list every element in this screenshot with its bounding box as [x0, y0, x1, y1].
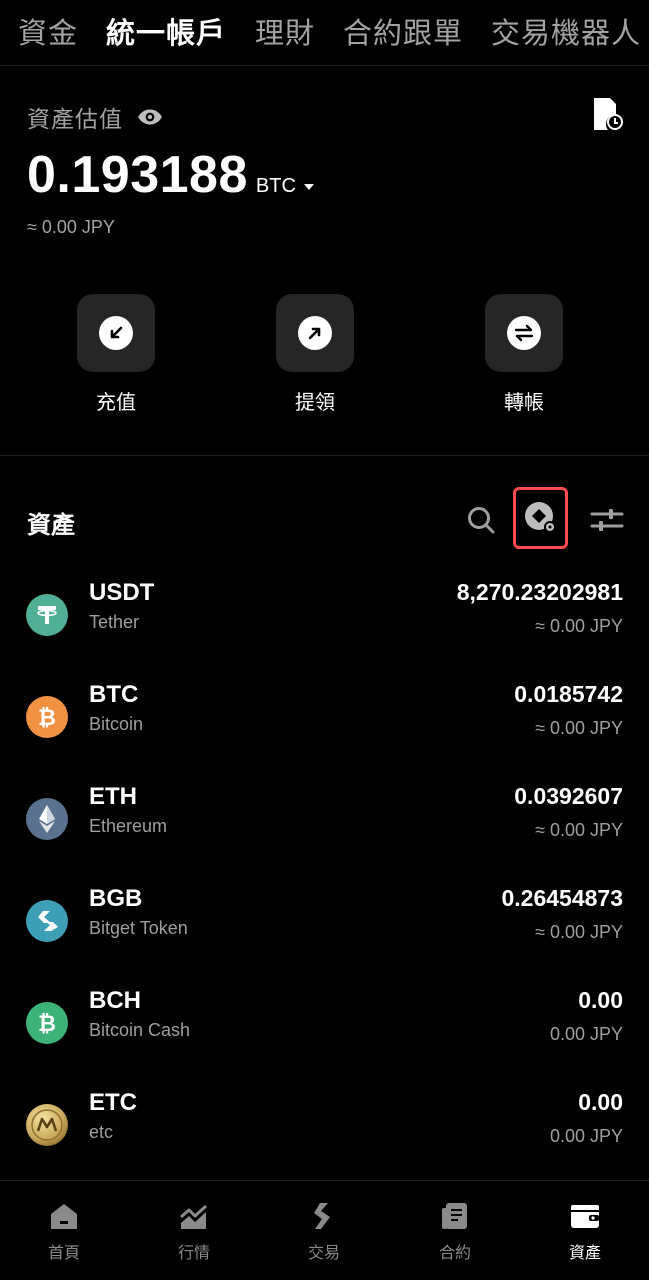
caret-down-icon[interactable] [302, 182, 316, 192]
asset-amount: 0.0185742 [514, 681, 623, 707]
fiat-equivalent: ≈ 0.00 JPY [27, 217, 115, 237]
asset-symbol: BCH [89, 987, 141, 1014]
asset-row-etc[interactable]: ETC etc 0.00 0.00 JPY [0, 1087, 649, 1189]
deposit-arrow-icon [110, 326, 123, 339]
asset-amount: 0.26454873 [501, 885, 623, 911]
balance-unit[interactable]: BTC [256, 175, 296, 198]
svg-text:₿: ₿ [38, 706, 56, 731]
deposit-label: 充值 [96, 392, 136, 414]
filter-sliders-icon[interactable] [590, 505, 624, 535]
balance-display: 0.193188 BTC [27, 145, 316, 205]
btc-coin-icon: ₿ [26, 696, 68, 738]
asset-symbol: BTC [89, 681, 139, 708]
withdraw-button[interactable]: 提領 [276, 294, 354, 415]
nav-trade[interactable]: 交易 [284, 1201, 364, 1263]
hide-small-assets-button[interactable] [513, 487, 568, 549]
futures-document-icon [442, 1203, 467, 1229]
asset-fiat-value: ≈ 0.00 JPY [535, 820, 623, 840]
asset-fiat-value: ≈ 0.00 JPY [535, 718, 623, 738]
tab-unified-account[interactable]: 統一帳戶 [106, 10, 226, 52]
asset-row-usdt[interactable]: USDT Tether 8,270.23202981 ≈ 0.00 JPY [0, 577, 649, 679]
asset-amount: 0.0392607 [514, 783, 623, 809]
nav-futures-label: 合約 [438, 1245, 471, 1262]
etc-coin-icon [26, 1104, 68, 1146]
asset-symbol: BGB [89, 885, 143, 912]
tab-earn[interactable]: 理財 [255, 10, 315, 52]
markets-chart-icon [180, 1204, 208, 1229]
asset-row-eth[interactable]: ETH Ethereum 0.0392607 ≈ 0.00 JPY [0, 781, 649, 883]
bgb-coin-icon [26, 900, 68, 942]
transfer-label: 轉帳 [504, 392, 544, 414]
asset-amount: 0.00 [578, 987, 623, 1013]
bch-coin-icon: ₿ [26, 1002, 68, 1044]
asset-symbol: ETH [89, 783, 137, 810]
asset-amount: 0.00 [578, 1089, 623, 1115]
top-tab-bar: 資金 統一帳戶 理財 合約跟單 交易機器人 [0, 0, 649, 66]
asset-name: Ethereum [89, 816, 168, 836]
deposit-button[interactable]: 充值 [77, 294, 155, 415]
asset-row-bgb[interactable]: BGB Bitget Token 0.26454873 ≈ 0.00 JPY [0, 883, 649, 985]
tab-funding[interactable]: 資金 [18, 10, 78, 52]
history-icon[interactable] [590, 96, 624, 132]
home-icon [51, 1204, 77, 1229]
asset-symbol: ETC [89, 1089, 137, 1116]
asset-name: Bitget Token [89, 918, 188, 938]
asset-row-btc[interactable]: ₿ BTC Bitcoin 0.0185742 ≈ 0.00 JPY [0, 679, 649, 781]
usdt-coin-icon [26, 594, 68, 636]
wallet-icon [571, 1205, 599, 1228]
nav-markets-label: 行情 [177, 1245, 210, 1262]
nav-markets[interactable]: 行情 [154, 1201, 234, 1263]
tab-copy-trading[interactable]: 合約跟單 [343, 10, 463, 52]
search-icon[interactable] [466, 505, 496, 535]
asset-fiat-value: ≈ 0.00 JPY [535, 616, 623, 636]
asset-amount: 8,270.23202981 [456, 579, 623, 605]
asset-name: Tether [89, 612, 140, 632]
section-divider [0, 455, 649, 456]
withdraw-arrow-icon [308, 327, 321, 340]
nav-assets[interactable]: 資產 [545, 1201, 625, 1263]
trade-icon [314, 1203, 330, 1229]
asset-fiat-value: ≈ 0.00 JPY [535, 922, 623, 942]
eth-coin-icon [26, 798, 68, 840]
asset-symbol: USDT [89, 579, 155, 606]
asset-name: Bitcoin Cash [89, 1020, 191, 1040]
asset-name: Bitcoin [89, 714, 144, 734]
svg-text:₿: ₿ [38, 1012, 56, 1037]
total-balance: 0.193188 [27, 146, 248, 204]
hide-small-balance-icon [524, 502, 556, 533]
asset-row-bch[interactable]: ₿ BCH Bitcoin Cash 0.00 0.00 JPY [0, 985, 649, 1087]
nav-trade-label: 交易 [307, 1245, 340, 1262]
assets-section-title: 資產 [27, 512, 75, 539]
nav-home-label: 首頁 [47, 1245, 80, 1262]
transfer-button-tile[interactable] [485, 294, 563, 372]
eye-icon[interactable] [137, 104, 163, 130]
transfer-arrows-icon [514, 324, 534, 342]
withdraw-label: 提領 [295, 392, 335, 414]
transfer-button[interactable]: 轉帳 [485, 294, 563, 415]
nav-home[interactable]: 首頁 [24, 1201, 104, 1263]
nav-futures[interactable]: 合約 [415, 1201, 495, 1263]
asset-name: etc [89, 1122, 114, 1142]
deposit-button-tile[interactable] [77, 294, 155, 372]
tab-trading-bots[interactable]: 交易機器人 [491, 10, 641, 52]
withdraw-button-tile[interactable] [276, 294, 354, 372]
asset-valuation-header: 資產估值 [27, 100, 163, 134]
nav-assets-label: 資產 [568, 1245, 601, 1262]
bottom-navigation: 首頁 行情 交易 合約 資產 [0, 1180, 649, 1280]
asset-fiat-value: 0.00 JPY [549, 1126, 623, 1146]
asset-valuation-label: 資產估值 [27, 106, 123, 132]
asset-fiat-value: 0.00 JPY [549, 1024, 623, 1044]
